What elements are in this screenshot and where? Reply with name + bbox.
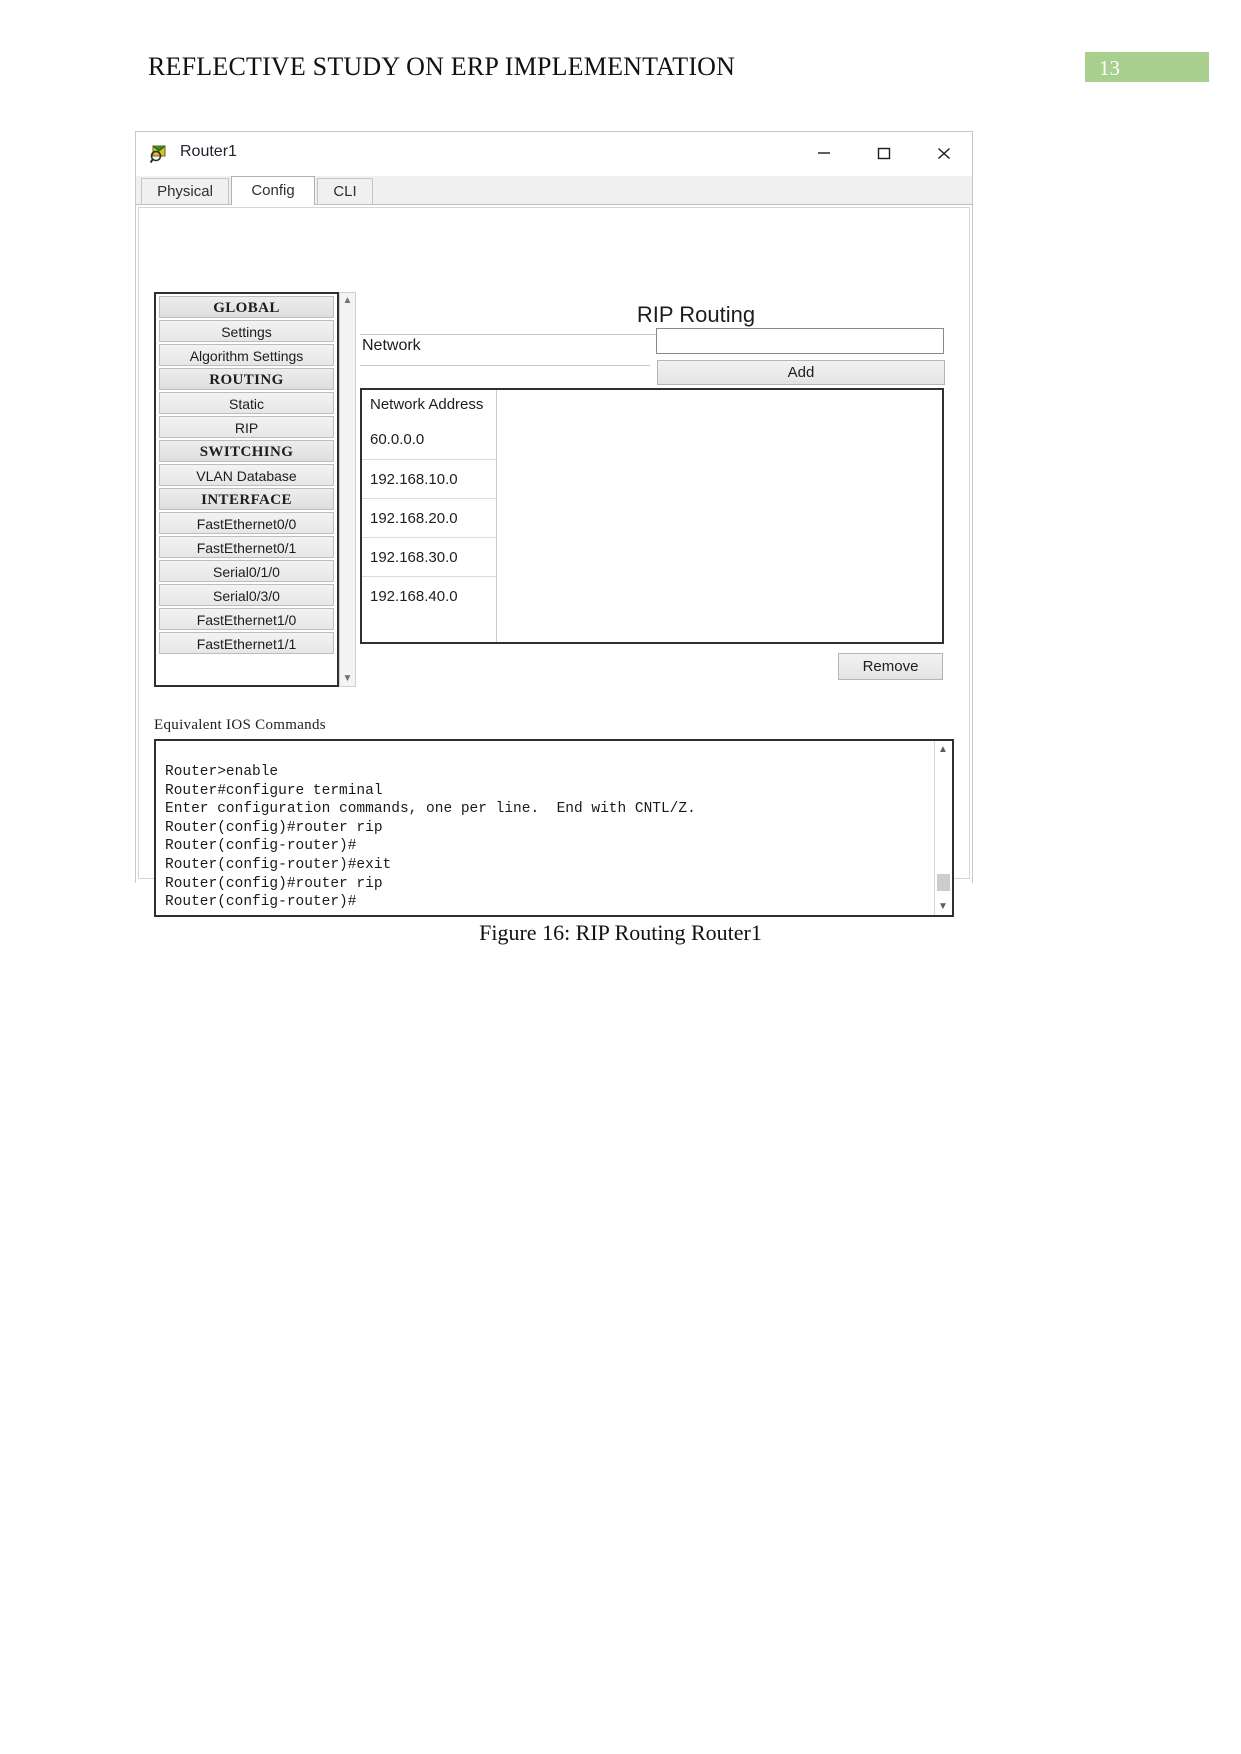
sidebar-item-fastethernet0-0[interactable]: FastEthernet0/0 [159,512,334,534]
chevron-up-icon[interactable]: ▲ [935,742,951,757]
sidebar-item-switching: SWITCHING [159,440,334,462]
sidebar-item-fastethernet0-1[interactable]: FastEthernet0/1 [159,536,334,558]
chevron-down-icon[interactable]: ▼ [340,671,355,686]
tab-physical[interactable]: Physical [141,178,229,204]
window-title: Router1 [180,143,237,160]
network-divider [360,365,650,366]
ios-console-scrollbar[interactable]: ▲ ▼ [934,741,952,915]
sidebar-item-routing: ROUTING [159,368,334,390]
chevron-up-icon[interactable]: ▲ [340,293,355,308]
network-address-column: Network Address 60.0.0.0 192.168.10.0 19… [362,390,497,642]
maximize-icon[interactable] [869,140,899,168]
minimize-icon[interactable] [809,140,839,168]
close-icon[interactable] [929,140,959,168]
config-tab-panel: GLOBAL Settings Algorithm Settings ROUTI… [136,204,972,917]
sidebar-item-interface: INTERFACE [159,488,334,510]
chevron-down-icon[interactable]: ▼ [935,899,951,914]
window-titlebar: Router1 [136,132,972,177]
network-input[interactable] [656,328,944,354]
router-device-icon [149,143,171,164]
page-number-text: 13 [1099,56,1120,80]
sidebar-item-vlan-database[interactable]: VLAN Database [159,464,334,486]
sidebar-item-fastethernet1-0[interactable]: FastEthernet1/0 [159,608,334,630]
sidebar-item-serial0-3-0[interactable]: Serial0/3/0 [159,584,334,606]
table-row[interactable]: 192.168.20.0 [362,498,496,537]
ios-commands-text: Router>enable Router#configure terminal … [165,764,696,911]
tab-bar: Physical Config CLI [136,176,972,205]
ios-commands-console[interactable]: Router>enable Router#configure terminal … [154,739,954,917]
sidebar-item-global: GLOBAL [159,296,334,318]
sidebar-item-settings[interactable]: Settings [159,320,334,342]
rip-routing-heading: RIP Routing [636,302,756,327]
page-title: REFLECTIVE STUDY ON ERP IMPLEMENTATION [148,52,736,81]
remove-button[interactable]: Remove [838,653,943,680]
tab-cli[interactable]: CLI [317,178,373,204]
config-sidebar: GLOBAL Settings Algorithm Settings ROUTI… [154,292,339,687]
sidebar-scrollbar[interactable]: ▲ ▼ [339,292,356,687]
network-label: Network [362,337,421,354]
network-address-table[interactable]: Network Address 60.0.0.0 192.168.10.0 19… [360,388,944,644]
scrollbar-thumb[interactable] [937,874,950,891]
table-row[interactable]: 192.168.30.0 [362,537,496,576]
document-header: REFLECTIVE STUDY ON ERP IMPLEMENTATION 1… [0,0,1241,120]
table-row[interactable]: 60.0.0.0 [362,420,496,459]
router-config-window: Router1 Physical Config CLI GLOBAL Setti… [135,131,973,917]
add-button[interactable]: Add [657,360,945,385]
table-row[interactable]: 192.168.40.0 [362,576,496,615]
sidebar-item-rip[interactable]: RIP [159,416,334,438]
page-number-badge: 13 [1085,52,1209,82]
column-header-network-address: Network Address [370,396,484,413]
table-row[interactable]: 192.168.10.0 [362,459,496,498]
equivalent-ios-commands-label: Equivalent IOS Commands [154,717,326,733]
figure-caption: Figure 16: RIP Routing Router1 [479,920,762,945]
sidebar-item-static[interactable]: Static [159,392,334,414]
sidebar-item-serial0-1-0[interactable]: Serial0/1/0 [159,560,334,582]
sidebar-item-fastethernet1-1[interactable]: FastEthernet1/1 [159,632,334,654]
sidebar-item-algorithm-settings[interactable]: Algorithm Settings [159,344,334,366]
tab-config[interactable]: Config [231,176,315,205]
